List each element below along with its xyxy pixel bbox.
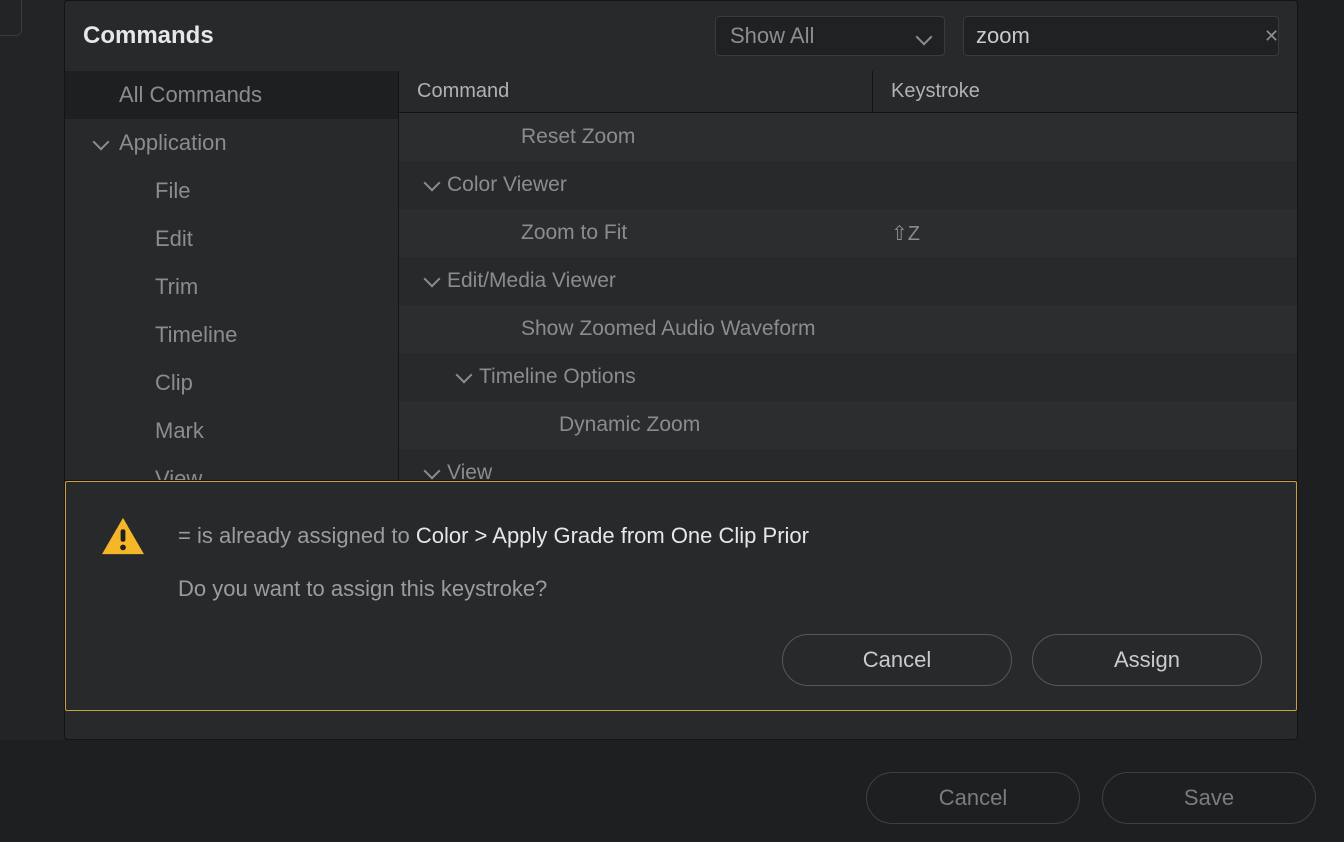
column-header-command[interactable]: Command <box>399 71 873 112</box>
chevron-down-icon <box>417 181 447 189</box>
table-row[interactable]: View <box>399 449 1297 480</box>
dialog-save-button[interactable]: Save <box>1102 772 1316 824</box>
conflict-alert: = is already assigned to Color > Apply G… <box>65 481 1297 711</box>
dialog-footer: Cancel Save <box>866 772 1316 824</box>
table-row[interactable]: Show Zoomed Audio Waveform <box>399 305 1297 353</box>
search-input[interactable] <box>976 23 1264 49</box>
command-label: Dynamic Zoom <box>559 413 700 437</box>
sidebar-item-label: View <box>155 466 202 480</box>
alert-assign-button[interactable]: Assign <box>1032 634 1262 686</box>
search-field[interactable]: ✕ <box>963 16 1279 56</box>
command-label: Zoom to Fit <box>521 221 627 245</box>
chevron-down-icon <box>417 469 447 477</box>
warning-icon <box>100 516 146 561</box>
sidebar-item-timeline[interactable]: Timeline <box>65 311 398 359</box>
sidebar-item-trim[interactable]: Trim <box>65 263 398 311</box>
panel-body: All Commands Application File Edit Trim Timel… <box>65 71 1297 481</box>
table-row[interactable]: Reset Zoom <box>399 113 1297 161</box>
sidebar-item-mark[interactable]: Mark <box>65 407 398 455</box>
sidebar-item-label: All Commands <box>119 82 262 108</box>
clear-search-icon[interactable]: ✕ <box>1264 26 1279 47</box>
left-stripe <box>0 0 64 740</box>
panel-header: Commands Show All ✕ <box>65 1 1297 71</box>
alert-text: = is already assigned to Color > Apply G… <box>178 518 809 606</box>
alert-conflict-command: Color > Apply Grade from One Clip Prior <box>416 523 809 548</box>
table-header: Command Keystroke <box>399 71 1297 113</box>
commands-panel: Commands Show All ✕ All Commands Applicat… <box>64 0 1298 740</box>
sidebar-item-label: Mark <box>155 418 204 444</box>
sidebar-item-all-commands[interactable]: All Commands <box>65 71 398 119</box>
table-body: Reset Zoom Color Viewer Zoom to Fit ⇧Z Edit/… <box>399 113 1297 480</box>
table-row[interactable]: Dynamic Zoom <box>399 401 1297 449</box>
command-label: Reset Zoom <box>521 125 635 149</box>
sidebar-item-edit[interactable]: Edit <box>65 215 398 263</box>
command-label: Show Zoomed Audio Waveform <box>521 317 816 341</box>
sidebar-item-label: File <box>155 178 190 204</box>
sidebar-item-label: Edit <box>155 226 193 252</box>
sidebar-item-application[interactable]: Application <box>65 119 398 167</box>
command-label: View <box>447 461 492 480</box>
alert-question: Do you want to assign this keystroke? <box>178 571 809 606</box>
sidebar-item-label: Application <box>119 130 227 156</box>
command-label: Color Viewer <box>447 173 567 197</box>
command-label: Timeline Options <box>479 365 636 389</box>
chevron-down-icon <box>918 23 930 49</box>
table-row[interactable]: Color Viewer <box>399 161 1297 209</box>
left-notch <box>0 0 22 36</box>
chevron-down-icon <box>417 277 447 285</box>
sidebar-item-label: Clip <box>155 370 193 396</box>
sidebar-item-view[interactable]: View <box>65 455 398 480</box>
alert-cancel-button[interactable]: Cancel <box>782 634 1012 686</box>
column-header-keystroke[interactable]: Keystroke <box>873 80 1297 103</box>
sidebar-item-label: Trim <box>155 274 198 300</box>
dialog-cancel-button[interactable]: Cancel <box>866 772 1080 824</box>
panel-title: Commands <box>83 22 715 50</box>
sidebar-item-file[interactable]: File <box>65 167 398 215</box>
category-sidebar: All Commands Application File Edit Trim Timel… <box>65 71 399 480</box>
alert-prefix: = is already assigned to <box>178 523 416 548</box>
sidebar-item-clip[interactable]: Clip <box>65 359 398 407</box>
commands-table: Command Keystroke Reset Zoom Color Viewer… <box>399 71 1297 480</box>
sidebar-item-label: Timeline <box>155 322 237 348</box>
chevron-down-icon <box>449 373 479 381</box>
filter-select-label: Show All <box>730 23 814 49</box>
table-row[interactable]: Zoom to Fit ⇧Z <box>399 209 1297 257</box>
table-row[interactable]: Timeline Options <box>399 353 1297 401</box>
chevron-down-icon <box>95 135 119 151</box>
keystroke-cell[interactable]: ⇧Z <box>873 221 1297 246</box>
table-row[interactable]: Edit/Media Viewer <box>399 257 1297 305</box>
filter-select[interactable]: Show All <box>715 16 945 56</box>
command-label: Edit/Media Viewer <box>447 269 616 293</box>
